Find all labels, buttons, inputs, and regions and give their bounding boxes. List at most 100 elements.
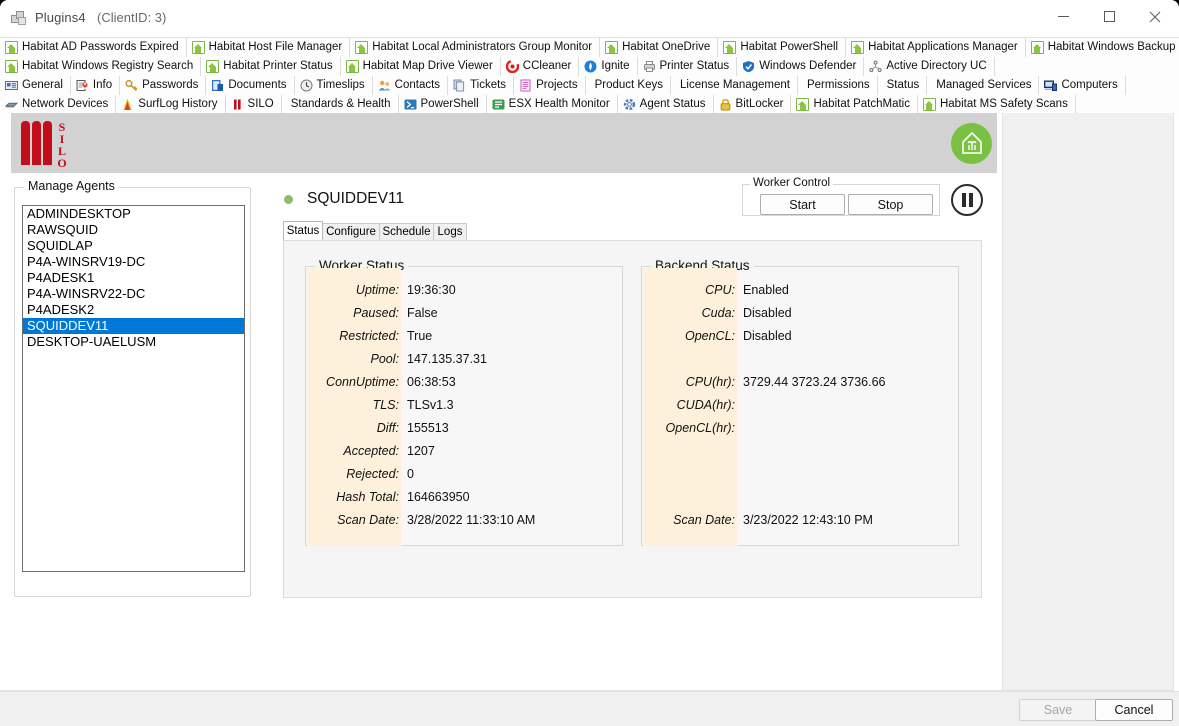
toolbar-item-windows-defender[interactable]: Windows Defender (737, 57, 865, 76)
worker-control-group: Worker Control Start Stop (742, 177, 940, 216)
save-button[interactable]: Save (1019, 699, 1097, 721)
silo-logo: S I L O (17, 121, 73, 169)
agent-list-item[interactable]: DESKTOP-UAELUSM (23, 334, 244, 350)
toolbar-item-passwords[interactable]: Passwords (120, 76, 207, 95)
toolbar-item-label: Habitat PowerShell (740, 41, 839, 53)
toolbar-item-printer-status[interactable]: Printer Status (638, 57, 738, 76)
toolbar-item-info[interactable]: Info (71, 76, 121, 95)
habitat-leaf-icon[interactable] (951, 123, 992, 164)
agent-list-item[interactable]: P4A-WINSRV22-DC (23, 286, 244, 302)
info-person-icon (76, 79, 89, 92)
toolbar-item-habitat-windows-registry-search[interactable]: Habitat Windows Registry Search (0, 57, 202, 76)
clock-icon (300, 79, 313, 92)
field-value: TLSv1.3 (407, 398, 454, 412)
toolbar-item-label: Habitat Windows Backup (1047, 41, 1176, 53)
toolbar-item-label: Passwords (142, 79, 199, 91)
maximize-icon (1103, 11, 1115, 22)
toolbar-item-permissions[interactable]: Permissions (798, 76, 878, 95)
tickets-icon (453, 79, 466, 92)
toolbar-item-projects[interactable]: Projects (514, 76, 586, 95)
toolbar-item-managed-services[interactable]: Managed Services (927, 76, 1040, 95)
toolbar-item-bitlocker[interactable]: BitLocker (714, 95, 792, 114)
house-icon (723, 41, 737, 54)
toolbar-item-label: Printer Status (659, 60, 730, 72)
computers-icon (1044, 79, 1058, 92)
toolbar-item-status[interactable]: Status (878, 76, 928, 95)
toolbar-item-label: General (22, 79, 63, 91)
toolbar-item-silo[interactable]: SILO (226, 95, 282, 114)
close-button[interactable] (1132, 0, 1178, 33)
toolbar-item-timeslips[interactable]: Timeslips (295, 76, 373, 95)
toolbar-item-surflog-history[interactable]: SurfLog History (116, 95, 226, 114)
toolbar-item-habitat-map-drive-viewer[interactable]: Habitat Map Drive Viewer (341, 57, 501, 76)
toolbar-item-habitat-powershell[interactable]: Habitat PowerShell (718, 38, 847, 57)
toolbar-item-computers[interactable]: Computers (1039, 76, 1126, 95)
gear-icon (623, 98, 636, 111)
toolbar-item-label: Status (886, 79, 920, 91)
field-label: Uptime: (355, 283, 399, 297)
toolbar-item-habitat-host-file-manager[interactable]: Habitat Host File Manager (187, 38, 351, 57)
toolbar-item-standards-health[interactable]: Standards & Health (282, 95, 399, 114)
tab-logs[interactable]: Logs (433, 223, 467, 240)
pause-bar-left (961, 193, 966, 207)
toolbar-item-habitat-onedrive[interactable]: Habitat OneDrive (600, 38, 719, 57)
field-label: TLS: (372, 398, 399, 412)
right-side-panel (1002, 113, 1174, 691)
toolbar-item-esx-health-monitor[interactable]: ESX Health Monitor (487, 95, 618, 114)
toolbar-item-agent-status[interactable]: Agent Status (618, 95, 714, 114)
toolbar-item-network-devices[interactable]: Network Devices (0, 95, 117, 114)
agent-list-item[interactable]: P4A-WINSRV19-DC (23, 254, 244, 270)
toolbar-item-habitat-ad-passwords-expired[interactable]: Habitat AD Passwords Expired (0, 38, 187, 57)
toolbar-item-license-management[interactable]: License Management (671, 76, 798, 95)
tab-schedule[interactable]: Schedule (379, 223, 434, 240)
toolbar-item-label: Standards & Health (290, 98, 391, 110)
agent-list-item[interactable]: P4ADESK2 (23, 302, 244, 318)
pause-icon-button[interactable] (951, 184, 983, 216)
plugin-toolbars: Habitat AD Passwords Expired Habitat Host… (0, 37, 1179, 114)
toolbar-item-habitat-applications-manager[interactable]: Habitat Applications Manager (846, 38, 1026, 57)
stop-button[interactable]: Stop (848, 194, 933, 215)
agent-list-item[interactable]: SQUIDLAP (23, 238, 244, 254)
toolbar-item-label: Ignite (601, 60, 630, 72)
toolbar-item-habitat-local-administrators-group-monitor[interactable]: Habitat Local Administrators Group Monit… (350, 38, 601, 57)
close-icon (1149, 11, 1161, 22)
agents-listbox[interactable]: ADMINDESKTOP RAWSQUID SQUIDLAP P4A-WINSRV19… (22, 205, 245, 572)
toolbar-item-ccleaner[interactable]: CCleaner (501, 57, 580, 76)
field-label: Scan Date: (337, 513, 399, 527)
minimize-button[interactable] (1040, 0, 1086, 33)
toolbar-item-habitat-windows-backup[interactable]: Habitat Windows Backup (1026, 38, 1179, 57)
toolbar-item-habitat-patchmatic[interactable]: Habitat PatchMatic (791, 95, 918, 114)
toolbar-item-general[interactable]: General (0, 76, 71, 95)
start-button[interactable]: Start (760, 194, 845, 215)
cancel-button[interactable]: Cancel (1095, 699, 1173, 721)
silo-bar-3 (43, 121, 52, 165)
toolbar-item-label: Timeslips (316, 79, 365, 91)
toolbar-item-ignite[interactable]: Ignite (579, 57, 638, 76)
ccleaner-icon (505, 59, 519, 74)
ignite-icon (584, 60, 597, 73)
agent-online-status-dot (284, 195, 293, 204)
toolbar-item-powershell[interactable]: PowerShell (399, 95, 487, 114)
field-label: ConnUptime: (326, 375, 399, 389)
toolbar-item-documents[interactable]: Documents (206, 76, 295, 95)
field-value: 19:36:30 (407, 283, 456, 297)
toolbar-item-active-directory-uc[interactable]: Active Directory UC (864, 57, 995, 76)
toolbar-item-habitat-ms-safety-scans[interactable]: Habitat MS Safety Scans (918, 95, 1076, 114)
tab-configure[interactable]: Configure (322, 223, 380, 240)
toolbar-item-label: Documents (228, 79, 287, 91)
toolbar-item-tickets[interactable]: Tickets (448, 76, 515, 95)
agent-list-item[interactable]: P4ADESK1 (23, 270, 244, 286)
toolbar-item-product-keys[interactable]: Product Keys (586, 76, 672, 95)
field-label: Hash Total: (336, 490, 399, 504)
maximize-button[interactable] (1086, 0, 1132, 33)
agent-list-item[interactable]: RAWSQUID (23, 222, 244, 238)
status-tab-page: Worker Status Uptime: 19:36:30 Paused: Fals… (283, 240, 982, 598)
toolbar-item-habitat-printer-status[interactable]: Habitat Printer Status (201, 57, 341, 76)
footer-bar: Save Cancel (0, 691, 1179, 726)
toolbar-item-contacts[interactable]: Contacts (373, 76, 449, 95)
toolbar-item-label: Contacts (394, 79, 441, 91)
tab-status[interactable]: Status (283, 221, 323, 240)
agent-list-item[interactable]: SQUIDDEV11 (23, 318, 244, 334)
agent-list-item[interactable]: ADMINDESKTOP (23, 206, 244, 222)
toolbar-row-3: General Info Passwords Documents Timeslips Co… (0, 76, 1179, 95)
